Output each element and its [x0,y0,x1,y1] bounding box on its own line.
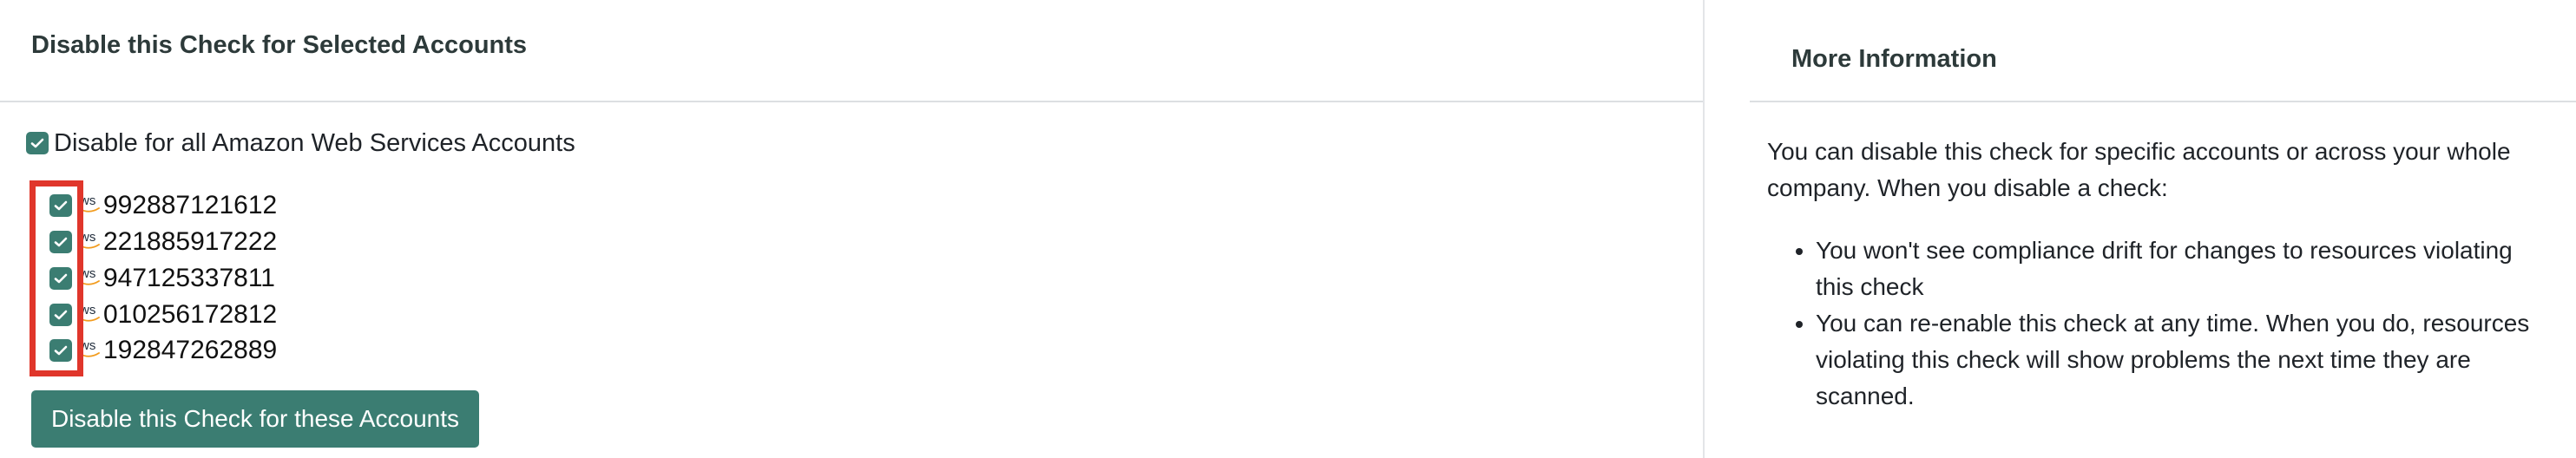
checkmark-icon [54,237,68,247]
account-id: 992887121612 [103,191,278,219]
checkmark-icon [30,138,44,148]
disable-all-accounts-label: Disable for all Amazon Web Services Acco… [54,128,575,157]
panel-title: Disable this Check for Selected Accounts [31,31,528,59]
account-row[interactable]: ws 221885917222 [49,226,277,258]
account-id: 192847262889 [103,336,278,364]
checkmark-icon [54,273,68,284]
disable-accounts-panel: Disable this Check for Selected Accounts… [0,0,1703,458]
info-bullet-item: You won't see compliance drift for chang… [1816,232,2548,305]
account-id: 221885917222 [103,227,278,256]
aws-logo-icon: ws [79,303,100,322]
info-intro-text: You can disable this check for specific … [1767,138,2511,201]
account-row[interactable]: ws 010256172812 [49,299,277,330]
info-bullet-list: You won't see compliance drift for chang… [1767,232,2548,415]
aws-logo-icon: ws [79,266,100,285]
panel-divider [0,101,1703,102]
more-information-panel: More Information You can disable this ch… [1705,0,2576,458]
account-id: 010256172812 [103,300,278,329]
disable-check-button[interactable]: Disable this Check for these Accounts [31,390,479,448]
account-id: 947125337811 [103,264,275,292]
account-row[interactable]: ws 192847262889 [49,335,277,366]
aws-logo-icon: ws [79,338,100,357]
checkmark-icon [54,310,68,320]
aws-logo-icon: ws [79,193,100,213]
account-checkbox[interactable] [49,339,72,362]
more-information-title: More Information [1791,45,1997,73]
svg-text:ws: ws [79,193,95,208]
account-checkbox[interactable] [49,304,72,326]
svg-text:ws: ws [79,303,95,317]
account-row[interactable]: ws 947125337811 [49,263,275,294]
svg-text:ws: ws [79,266,95,281]
disable-all-accounts-option[interactable]: Disable for all Amazon Web Services Acco… [26,128,575,157]
aws-logo-icon: ws [79,230,100,249]
account-checkbox[interactable] [49,267,72,290]
account-checkbox[interactable] [49,194,72,217]
account-row[interactable]: ws 992887121612 [49,190,277,221]
svg-text:ws: ws [79,230,95,245]
checkmark-icon [54,200,68,211]
disable-all-accounts-checkbox[interactable] [26,132,49,154]
svg-text:ws: ws [79,338,95,353]
info-bullet-item: You can re-enable this check at any time… [1816,305,2548,415]
account-checkbox[interactable] [49,231,72,253]
info-divider [1750,101,2576,102]
checkmark-icon [54,345,68,356]
